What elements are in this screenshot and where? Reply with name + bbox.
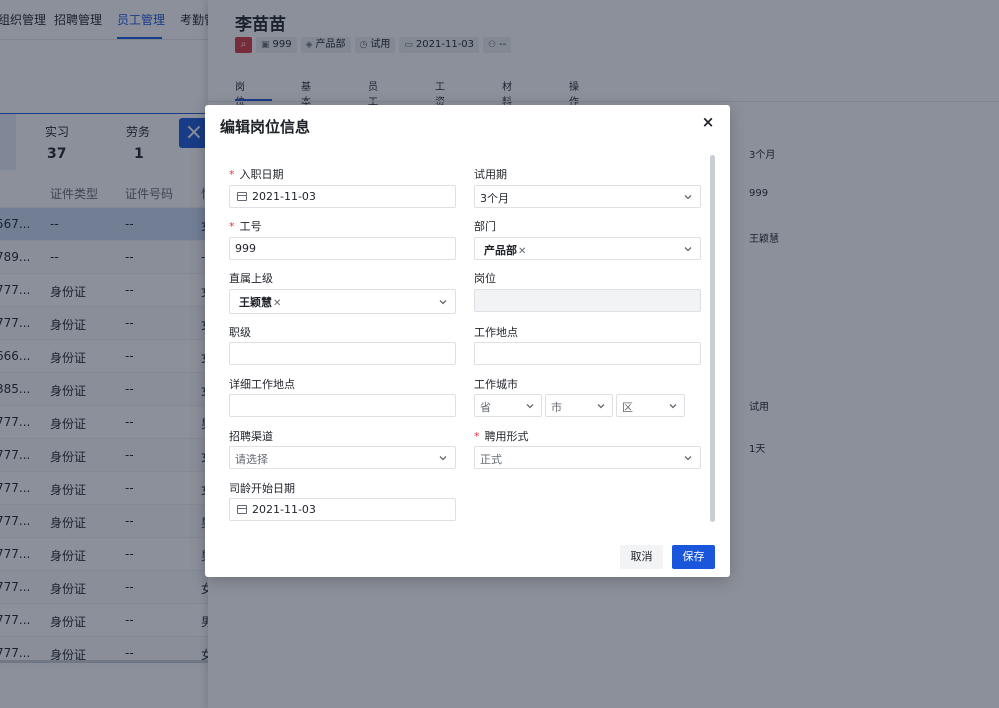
employee-no-input[interactable]: 999: [229, 237, 456, 260]
channel-select[interactable]: 请选择: [229, 446, 456, 469]
seniority-start-label: 司龄开始日期: [229, 482, 295, 495]
field-value: 2021-11-03: [252, 190, 316, 203]
province-select[interactable]: 省: [474, 394, 542, 417]
supervisor-select[interactable]: 王颖慧✕: [229, 289, 456, 314]
label-text: 聘用形式: [484, 430, 529, 443]
employment-type-select[interactable]: 正式: [474, 446, 701, 469]
work-city-label: 工作城市: [474, 378, 518, 391]
city-select[interactable]: 市: [545, 394, 613, 417]
remove-icon[interactable]: ✕: [273, 298, 281, 309]
chevron-down-icon: [526, 404, 534, 409]
chevron-down-icon: [439, 300, 447, 305]
work-location-label: 工作地点: [474, 326, 518, 339]
save-button[interactable]: 保存: [672, 545, 715, 569]
close-icon[interactable]: ×: [701, 114, 715, 130]
required-mark: *: [474, 430, 480, 443]
modal-scrollbar[interactable]: [710, 155, 715, 522]
district-select[interactable]: 区: [616, 394, 685, 417]
work-address-label: 详细工作地点: [229, 378, 295, 391]
chevron-down-icon: [597, 404, 605, 409]
chevron-down-icon: [669, 404, 677, 409]
rank-input[interactable]: [229, 342, 456, 365]
supervisor-chip: 王颖慧✕: [239, 294, 281, 310]
department-chip: 产品部✕: [484, 242, 526, 258]
required-mark: *: [229, 168, 235, 181]
chip-text: 王颖慧: [239, 296, 272, 309]
chevron-down-icon: [684, 195, 692, 200]
department-select[interactable]: 产品部✕: [474, 237, 701, 260]
required-mark: *: [229, 220, 235, 233]
hire-date-label: * 入职日期: [229, 166, 284, 182]
employment-type-label: * 聘用形式: [474, 428, 529, 444]
calendar-icon: [237, 505, 247, 514]
field-value: 市: [551, 401, 562, 414]
modal-title: 编辑岗位信息: [220, 118, 311, 136]
work-location-input[interactable]: [474, 342, 701, 365]
field-value: 正式: [480, 453, 502, 466]
field-placeholder: 请选择: [235, 453, 268, 466]
remove-icon[interactable]: ✕: [518, 246, 526, 257]
probation-label: 试用期: [474, 168, 507, 181]
position-input: [474, 289, 701, 312]
field-value: 3个月: [480, 192, 509, 205]
field-value: 省: [480, 401, 491, 414]
supervisor-label: 直属上级: [229, 272, 273, 285]
edit-position-modal: 编辑岗位信息 × * 入职日期 2021-11-03 试用期 3个月 * 工号 99…: [205, 105, 730, 577]
chip-text: 产品部: [484, 244, 517, 257]
field-value: 999: [235, 242, 256, 255]
chevron-down-icon: [684, 456, 692, 461]
probation-select[interactable]: 3个月: [474, 185, 701, 208]
seniority-start-picker[interactable]: 2021-11-03: [229, 498, 456, 521]
chevron-down-icon: [439, 456, 447, 461]
label-text: 入职日期: [239, 168, 284, 181]
employee-no-label: * 工号: [229, 218, 262, 234]
position-label: 岗位: [474, 272, 496, 285]
hire-date-picker[interactable]: 2021-11-03: [229, 185, 456, 208]
work-address-input[interactable]: [229, 394, 456, 417]
label-text: 工号: [239, 220, 262, 233]
calendar-icon: [237, 192, 247, 201]
cancel-button[interactable]: 取消: [620, 545, 663, 569]
field-value: 2021-11-03: [252, 503, 316, 516]
field-value: 区: [622, 401, 633, 414]
chevron-down-icon: [684, 247, 692, 252]
channel-label: 招聘渠道: [229, 430, 273, 443]
department-label: 部门: [474, 220, 496, 233]
rank-label: 职级: [229, 326, 251, 339]
